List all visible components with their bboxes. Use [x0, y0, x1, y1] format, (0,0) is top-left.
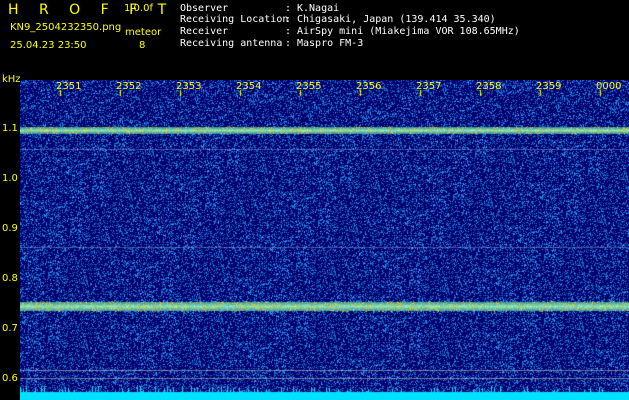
y-axis-unit: kHz: [2, 74, 21, 85]
info-value-location: Chigasaki, Japan (139.414 35.340): [297, 14, 496, 25]
info-value-antenna: Maspro FM-3: [297, 38, 364, 49]
info-value-receiver: AirSpy mini (Miakejima VOR 108.65MHz): [297, 26, 520, 37]
x-tick-label: 2359: [536, 81, 562, 92]
x-tick-label: 2351: [56, 81, 82, 92]
meteor-label: meteor: [125, 27, 162, 38]
header-panel: H R O F F T 1.0.0f KN9_2504232350.png me…: [0, 0, 629, 75]
spectrogram-canvas: [20, 80, 629, 400]
info-value-observer: K.Nagai: [297, 3, 340, 14]
x-tick-label: 2355: [296, 81, 322, 92]
info-colon: :: [285, 26, 292, 37]
info-label-location: Receiving Location: [180, 14, 289, 25]
y-tick-label: 1.0: [2, 173, 18, 184]
y-tick-label: 0.9: [2, 223, 18, 234]
x-tick-label: 2356: [356, 81, 382, 92]
info-colon: :: [285, 3, 292, 14]
y-tick-label: 0.8: [2, 273, 18, 284]
y-tick-label: 1.1: [2, 123, 18, 134]
x-tick-label: 2353: [176, 81, 202, 92]
info-label-antenna: Receiving antenna: [180, 38, 283, 49]
meteor-count: 8: [139, 40, 146, 51]
x-tick-label: 2357: [416, 81, 442, 92]
file-name: KN9_2504232350.png: [10, 22, 122, 33]
observation-datetime: 25.04.23 23:50: [10, 40, 87, 51]
info-colon: :: [285, 14, 292, 25]
y-tick-label: 0.7: [2, 323, 18, 334]
info-label-receiver: Receiver: [180, 26, 229, 37]
x-tick-label: 2354: [236, 81, 262, 92]
app-version: 1.0.0f: [124, 3, 153, 14]
y-tick-label: 0.6: [2, 373, 18, 384]
x-tick-label: 2352: [116, 81, 142, 92]
info-label-observer: Observer: [180, 3, 229, 14]
info-colon: :: [285, 38, 292, 49]
x-tick-label: 2358: [476, 81, 502, 92]
x-tick-label: 0000: [596, 81, 622, 92]
